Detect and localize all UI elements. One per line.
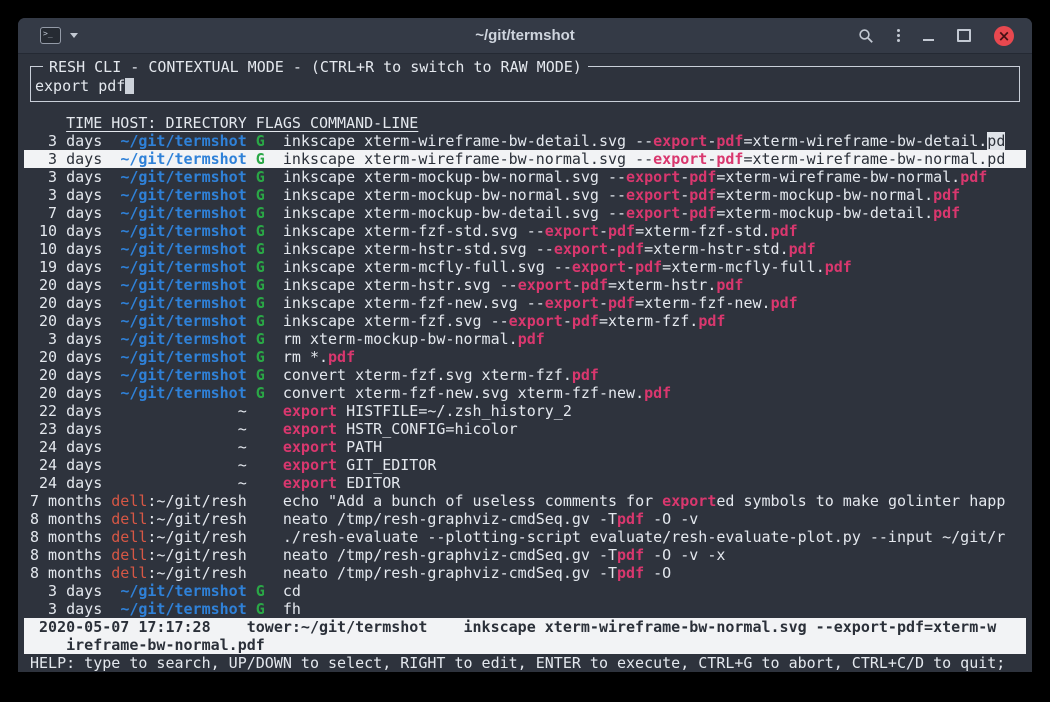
terminal-app-icon[interactable] bbox=[40, 27, 61, 44]
history-row[interactable]: 8 months dell:~/git/resh neato /tmp/resh… bbox=[24, 510, 1026, 528]
history-row[interactable]: 24 days ~ export EDITOR bbox=[24, 474, 1026, 492]
close-button[interactable] bbox=[994, 26, 1014, 46]
history-row[interactable]: 10 days ~/git/termshot G inkscape xterm-… bbox=[24, 222, 1026, 240]
history-row[interactable]: 3 days ~/git/termshot G inkscape xterm-w… bbox=[24, 132, 1026, 150]
terminal-window: ~/git/termshot RESH CLI - CONTEXTUAL MOD… bbox=[18, 18, 1032, 672]
kebab-menu-icon[interactable] bbox=[897, 29, 900, 42]
terminal-content: RESH CLI - CONTEXTUAL MODE - (CTRL+R to … bbox=[18, 54, 1032, 672]
history-row[interactable]: 20 days ~/git/termshot G rm *.pdf bbox=[24, 348, 1026, 366]
history-row[interactable]: 19 days ~/git/termshot G inkscape xterm-… bbox=[24, 258, 1026, 276]
history-row[interactable]: 10 days ~/git/termshot G inkscape xterm-… bbox=[24, 240, 1026, 258]
history-row[interactable]: 7 days ~/git/termshot G inkscape xterm-m… bbox=[24, 204, 1026, 222]
history-row[interactable]: 3 days ~/git/termshot G inkscape xterm-w… bbox=[24, 150, 1026, 168]
table-header: TIME HOST: DIRECTORY FLAGS COMMAND-LINE bbox=[30, 114, 1020, 132]
text-cursor bbox=[125, 78, 134, 94]
history-row[interactable]: 20 days ~/git/termshot G convert xterm-f… bbox=[24, 384, 1026, 402]
history-row[interactable]: 8 months dell:~/git/resh neato /tmp/resh… bbox=[24, 546, 1026, 564]
history-row[interactable]: 7 months dell:~/git/resh echo "Add a bun… bbox=[24, 492, 1026, 510]
history-row[interactable]: 20 days ~/git/termshot G convert xterm-f… bbox=[24, 366, 1026, 384]
search-box-title: RESH CLI - CONTEXTUAL MODE - (CTRL+R to … bbox=[43, 58, 588, 76]
search-box: RESH CLI - CONTEXTUAL MODE - (CTRL+R to … bbox=[30, 66, 1020, 102]
restore-button[interactable] bbox=[957, 29, 971, 42]
search-query-text: export pdf bbox=[35, 77, 125, 95]
history-list: 3 days ~/git/termshot G inkscape xterm-w… bbox=[30, 132, 1020, 618]
dropdown-caret-icon[interactable] bbox=[70, 33, 78, 38]
history-row[interactable]: 3 days ~/git/termshot G cd bbox=[24, 582, 1026, 600]
history-row[interactable]: 3 days ~/git/termshot G rm xterm-mockup-… bbox=[24, 330, 1026, 348]
history-row[interactable]: 23 days ~ export HSTR_CONFIG=hicolor bbox=[24, 420, 1026, 438]
titlebar-right-group bbox=[858, 26, 1014, 46]
history-row[interactable]: 24 days ~ export GIT_EDITOR bbox=[24, 456, 1026, 474]
help-line: HELP: type to search, UP/DOWN to select,… bbox=[30, 654, 1020, 672]
titlebar-left-group bbox=[40, 27, 78, 44]
table-header-columns: TIME HOST: DIRECTORY FLAGS COMMAND-LINE bbox=[66, 114, 418, 132]
history-row[interactable]: 20 days ~/git/termshot G inkscape xterm-… bbox=[24, 312, 1026, 330]
history-row[interactable]: 24 days ~ export PATH bbox=[24, 438, 1026, 456]
history-row[interactable]: 20 days ~/git/termshot G inkscape xterm-… bbox=[24, 276, 1026, 294]
status-bar-line2: ireframe-bw-normal.pdf bbox=[24, 636, 1026, 654]
history-row[interactable]: 8 months dell:~/git/resh neato /tmp/resh… bbox=[24, 564, 1026, 582]
history-row[interactable]: 3 days ~/git/termshot G inkscape xterm-m… bbox=[24, 168, 1026, 186]
history-row[interactable]: 22 days ~ export HISTFILE=~/.zsh_history… bbox=[24, 402, 1026, 420]
history-row[interactable]: 3 days ~/git/termshot G inkscape xterm-m… bbox=[24, 186, 1026, 204]
history-row[interactable]: 20 days ~/git/termshot G inkscape xterm-… bbox=[24, 294, 1026, 312]
search-icon[interactable] bbox=[858, 28, 874, 44]
history-row[interactable]: 3 days ~/git/termshot G fh bbox=[24, 600, 1026, 618]
titlebar: ~/git/termshot bbox=[18, 18, 1032, 54]
minimize-button[interactable] bbox=[923, 39, 934, 41]
history-row[interactable]: 8 months dell:~/git/resh ./resh-evaluate… bbox=[24, 528, 1026, 546]
status-bar-line1: 2020-05-07 17:17:28 tower:~/git/termshot… bbox=[24, 618, 1026, 636]
